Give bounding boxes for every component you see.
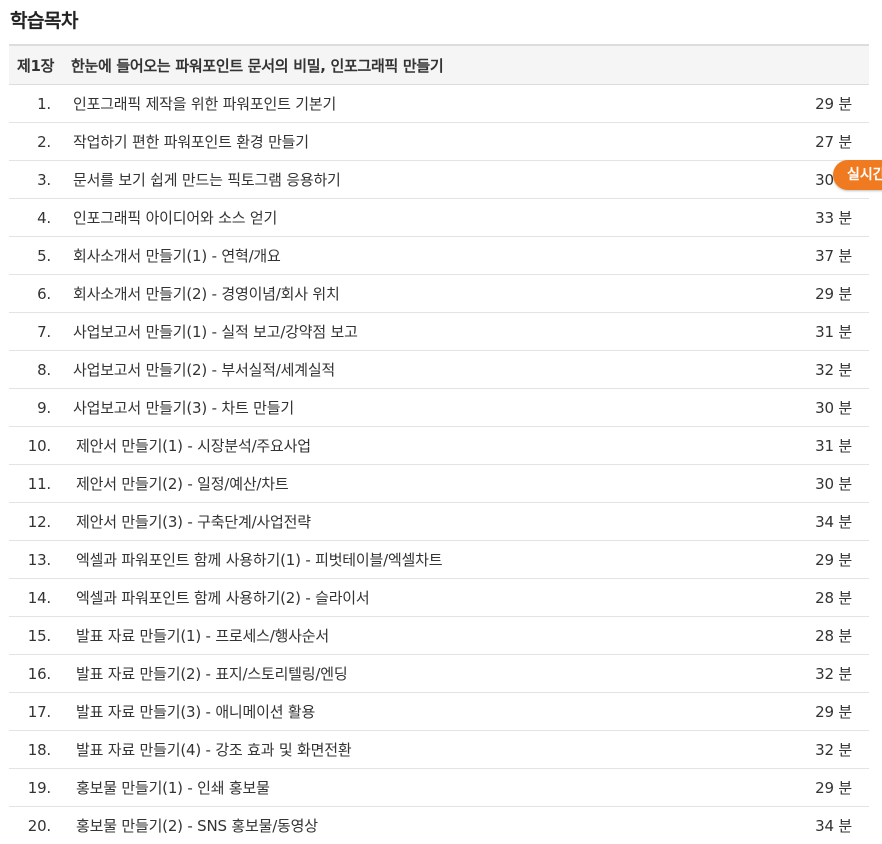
lesson-number: 17. xyxy=(27,702,51,721)
lesson-row[interactable]: 19. 홍보물 만들기(1) - 인쇄 홍보물 29 분 xyxy=(9,769,869,807)
lesson-row[interactable]: 8. 사업보고서 만들기(2) - 부서실적/세계실적 32 분 xyxy=(9,351,869,389)
lesson-duration: 32 분 xyxy=(815,741,852,759)
lesson-title[interactable]: 사업보고서 만들기(1) - 실적 보고/강약점 보고 xyxy=(51,321,869,342)
chapter-header: 제1장 한눈에 들어오는 파워포인트 문서의 비밀, 인포그래픽 만들기 xyxy=(9,46,869,85)
lesson-duration: 34 분 xyxy=(815,513,852,531)
lesson-title[interactable]: 발표 자료 만들기(3) - 애니메이션 활용 xyxy=(51,701,869,722)
lesson-row[interactable]: 13. 엑셀과 파워포인트 함께 사용하기(1) - 피벗테이블/엑셀차트 29 분 xyxy=(9,541,869,579)
lesson-title[interactable]: 엑셀과 파워포인트 함께 사용하기(2) - 슬라이서 xyxy=(51,587,869,608)
lesson-title[interactable]: 제안서 만들기(2) - 일정/예산/차트 xyxy=(51,473,869,494)
lesson-number: 10. xyxy=(27,436,51,455)
lesson-row[interactable]: 11. 제안서 만들기(2) - 일정/예산/차트 30 분 xyxy=(9,465,869,503)
lesson-number: 5. xyxy=(37,246,51,265)
lesson-number: 20. xyxy=(27,816,51,835)
toc-table: 제1장 한눈에 들어오는 파워포인트 문서의 비밀, 인포그래픽 만들기 1. 인… xyxy=(9,44,869,844)
chapter-title: 한눈에 들어오는 파워포인트 문서의 비밀, 인포그래픽 만들기 xyxy=(71,56,444,75)
lesson-row[interactable]: 18. 발표 자료 만들기(4) - 강조 효과 및 화면전환 32 분 xyxy=(9,731,869,769)
lesson-duration: 29 분 xyxy=(815,551,852,569)
lesson-number: 4. xyxy=(37,208,51,227)
lesson-duration: 31 분 xyxy=(815,437,852,455)
lesson-duration: 37 분 xyxy=(815,247,852,265)
lesson-row[interactable]: 10. 제안서 만들기(1) - 시장분석/주요사업 31 분 xyxy=(9,427,869,465)
lesson-number: 1. xyxy=(37,94,51,113)
lesson-row[interactable]: 15. 발표 자료 만들기(1) - 프로세스/행사순서 28 분 xyxy=(9,617,869,655)
lesson-row[interactable]: 3.문서를 보기 쉽게 만드는 픽토그램 응용하기30 분 xyxy=(9,161,869,199)
course-toc-page: 학습목차 제1장 한눈에 들어오는 파워포인트 문서의 비밀, 인포그래픽 만들… xyxy=(0,0,882,844)
chapter-number: 제1장 xyxy=(17,56,55,75)
lesson-title[interactable]: 회사소개서 만들기(2) - 경영이념/회사 위치 xyxy=(51,283,869,304)
lesson-row[interactable]: 4. 인포그래픽 아이디어와 소스 얻기 33 분 xyxy=(9,199,869,237)
lesson-duration: 29 분 xyxy=(815,285,852,303)
lesson-number: 15. xyxy=(27,626,51,645)
lesson-number: 14. xyxy=(27,588,51,607)
lesson-title[interactable]: 작업하기 편한 파워포인트 환경 만들기 xyxy=(51,131,869,152)
lesson-title[interactable]: 인포그래픽 제작을 위한 파워포인트 기본기 xyxy=(51,93,869,114)
lesson-duration: 34 분 xyxy=(815,817,852,835)
lesson-duration: 29 분 xyxy=(815,779,852,797)
lesson-number: 9. xyxy=(37,398,51,417)
lesson-duration: 27 분 xyxy=(815,133,852,151)
lesson-row[interactable]: 2. 작업하기 편한 파워포인트 환경 만들기 27 분 xyxy=(9,123,869,161)
lesson-title[interactable]: 사업보고서 만들기(3) - 차트 만들기 xyxy=(51,397,869,418)
lesson-title[interactable]: 사업보고서 만들기(2) - 부서실적/세계실적 xyxy=(51,359,869,380)
lesson-row[interactable]: 1. 인포그래픽 제작을 위한 파워포인트 기본기 29 분 xyxy=(9,85,869,123)
lesson-row[interactable]: 20. 홍보물 만들기(2) - SNS 홍보물/동영상 34 분 xyxy=(9,807,869,844)
lesson-number: 2. xyxy=(37,132,51,151)
lesson-duration: 30 분 xyxy=(815,475,852,493)
lesson-title[interactable]: 인포그래픽 아이디어와 소스 얻기 xyxy=(51,207,869,228)
lesson-duration: 32 분 xyxy=(815,665,852,683)
lesson-row[interactable]: 14. 엑셀과 파워포인트 함께 사용하기(2) - 슬라이서 28 분 xyxy=(9,579,869,617)
lesson-title[interactable]: 홍보물 만들기(1) - 인쇄 홍보물 xyxy=(51,777,869,798)
lesson-number: 18. xyxy=(27,740,51,759)
lesson-row[interactable]: 7. 사업보고서 만들기(1) - 실적 보고/강약점 보고 31 분 xyxy=(9,313,869,351)
live-chat-button[interactable]: 실시간 xyxy=(833,160,882,190)
lesson-number: 8. xyxy=(37,360,51,379)
lesson-duration: 28 분 xyxy=(815,627,852,645)
lesson-row[interactable]: 6. 회사소개서 만들기(2) - 경영이념/회사 위치 29 분 xyxy=(9,275,869,313)
lesson-number: 13. xyxy=(27,550,51,569)
lesson-number: 19. xyxy=(27,778,51,797)
page-title: 학습목차 xyxy=(10,10,78,32)
lesson-title[interactable]: 발표 자료 만들기(1) - 프로세스/행사순서 xyxy=(51,625,869,646)
lesson-title[interactable]: 제안서 만들기(1) - 시장분석/주요사업 xyxy=(51,435,869,456)
lesson-title[interactable]: 홍보물 만들기(2) - SNS 홍보물/동영상 xyxy=(51,815,869,836)
lesson-title[interactable]: 문서를 보기 쉽게 만드는 픽토그램 응용하기 xyxy=(51,169,869,190)
lesson-title[interactable]: 발표 자료 만들기(4) - 강조 효과 및 화면전환 xyxy=(51,739,869,760)
lesson-title[interactable]: 회사소개서 만들기(1) - 연혁/개요 xyxy=(51,245,869,266)
lesson-row[interactable]: 9. 사업보고서 만들기(3) - 차트 만들기 30 분 xyxy=(9,389,869,427)
lesson-number: 12. xyxy=(27,512,51,531)
lesson-number: 3. xyxy=(37,170,51,189)
lesson-duration: 29 분 xyxy=(815,95,852,113)
lesson-duration: 33 분 xyxy=(815,209,852,227)
lesson-title[interactable]: 제안서 만들기(3) - 구축단계/사업전략 xyxy=(51,511,869,532)
lesson-number: 16. xyxy=(27,664,51,683)
lesson-number: 7. xyxy=(37,322,51,341)
lesson-duration: 32 분 xyxy=(815,361,852,379)
lesson-row[interactable]: 5. 회사소개서 만들기(1) - 연혁/개요 37 분 xyxy=(9,237,869,275)
lesson-title[interactable]: 발표 자료 만들기(2) - 표지/스토리텔링/엔딩 xyxy=(51,663,869,684)
lesson-row[interactable]: 16. 발표 자료 만들기(2) - 표지/스토리텔링/엔딩 32 분 xyxy=(9,655,869,693)
lesson-duration: 29 분 xyxy=(815,703,852,721)
lesson-row[interactable]: 12. 제안서 만들기(3) - 구축단계/사업전략 34 분 xyxy=(9,503,869,541)
lesson-number: 11. xyxy=(27,474,51,493)
lesson-duration: 31 분 xyxy=(815,323,852,341)
lesson-duration: 30 분 xyxy=(815,399,852,417)
lesson-row[interactable]: 17. 발표 자료 만들기(3) - 애니메이션 활용 29 분 xyxy=(9,693,869,731)
lesson-title[interactable]: 엑셀과 파워포인트 함께 사용하기(1) - 피벗테이블/엑셀차트 xyxy=(51,549,869,570)
lesson-duration: 28 분 xyxy=(815,589,852,607)
lesson-list: 1. 인포그래픽 제작을 위한 파워포인트 기본기 29 분 2. 작업하기 편한 파워… xyxy=(9,85,869,844)
lesson-number: 6. xyxy=(37,284,51,303)
